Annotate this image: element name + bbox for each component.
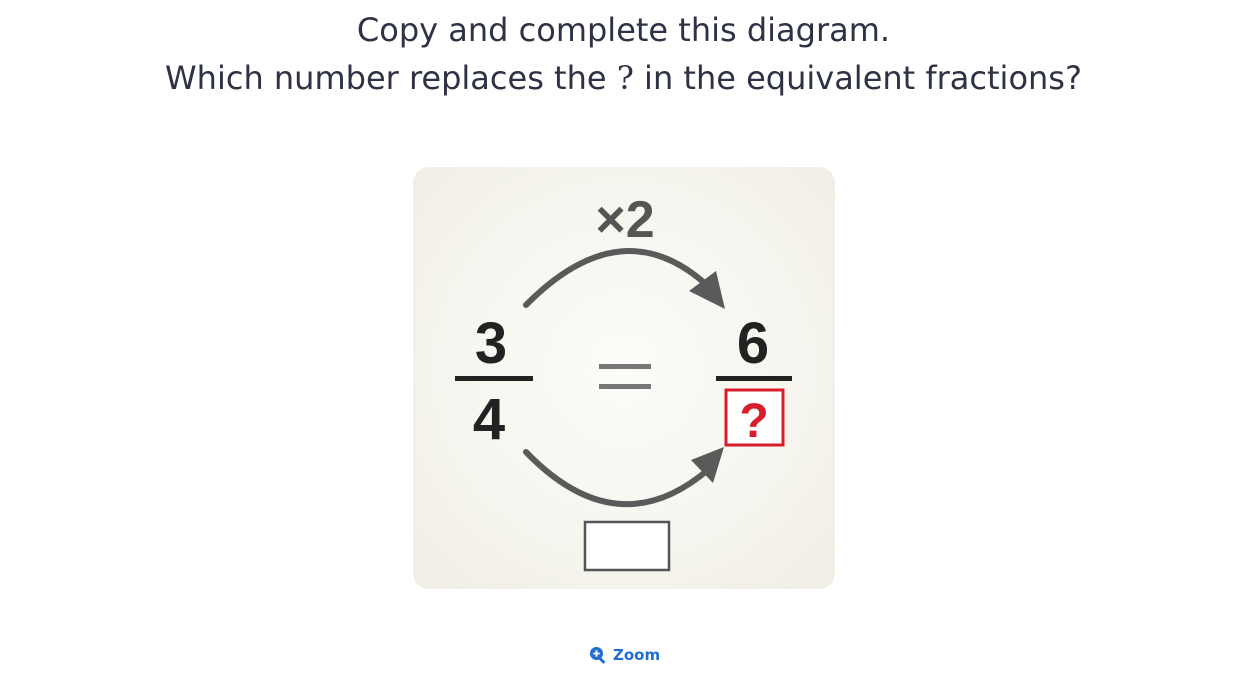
equals-sign-text: = [625, 392, 626, 394]
question-line-1: Copy and complete this diagram. [356, 11, 891, 49]
zoom-in-icon [590, 647, 606, 664]
zoom-button[interactable]: Zoom [589, 643, 660, 667]
multiplier-label: ×2 [595, 191, 654, 249]
bottom-arrow-arc [523, 449, 712, 508]
equivalent-fractions-diagram: ×2 3 4 = 6 ? [455, 191, 792, 572]
right-fraction-bar [716, 376, 792, 381]
unknown-denominator: ? [739, 395, 768, 448]
equals-sign-top [599, 364, 651, 369]
bottom-multiplier-box [583, 520, 671, 572]
zoom-label: Zoom [613, 646, 661, 664]
left-numerator: 3 [475, 311, 507, 376]
equals-sign-bottom [599, 384, 651, 389]
right-numerator: 6 [737, 311, 769, 376]
left-fraction-bar [455, 376, 533, 381]
question-line-2-before: Which number replaces the [165, 59, 607, 97]
question-text: Copy and complete this diagram. Which nu… [0, 6, 1247, 102]
question-line-2: Which number replaces the ? in the equiv… [0, 54, 1247, 102]
question-mark-symbol: ? [616, 59, 634, 97]
top-arrow-arc [523, 248, 712, 308]
diagram-image: ×2 3 4 = 6 ? [413, 167, 835, 589]
question-line-2-after: in the equivalent fractions? [644, 59, 1082, 97]
left-denominator: 4 [473, 387, 505, 452]
